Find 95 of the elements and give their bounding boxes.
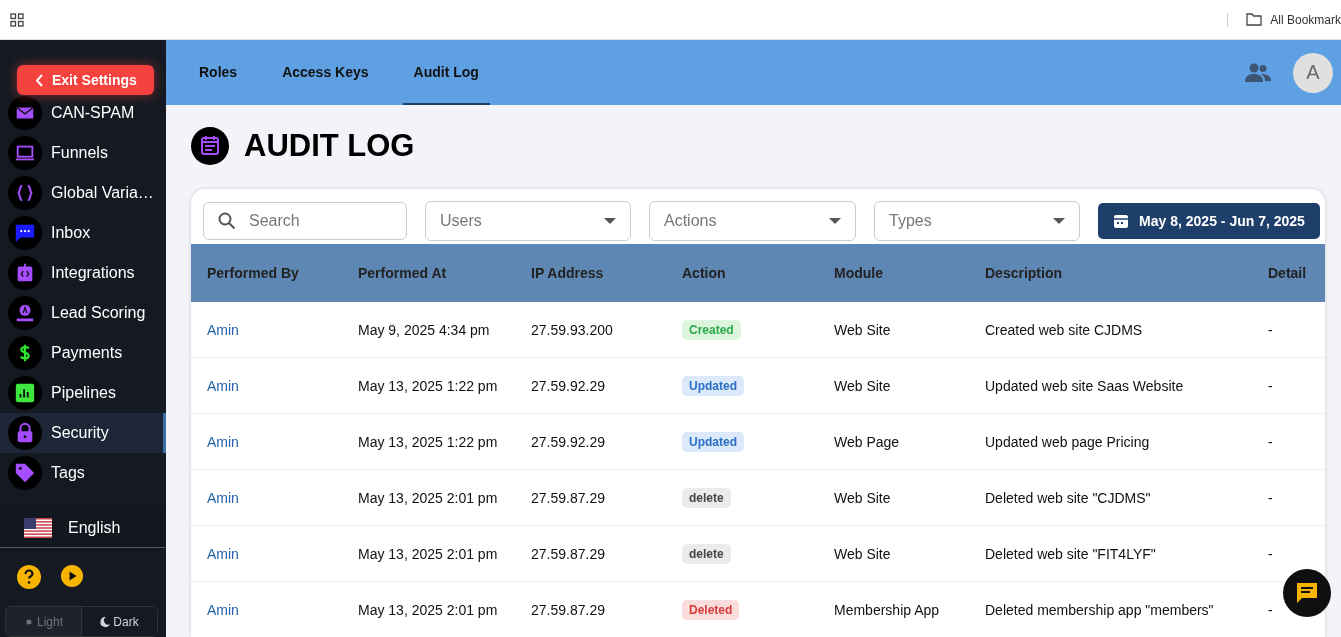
calendar-icon — [191, 127, 229, 165]
bar-chart-icon — [8, 376, 42, 411]
user-link[interactable]: Amin — [191, 413, 342, 470]
action-badge: Updated — [682, 375, 744, 396]
table-cell: May 13, 2025 2:01 pm — [342, 469, 515, 526]
sidebar-item[interactable]: Funnels — [0, 133, 166, 174]
page-title: AUDIT LOG — [244, 128, 415, 164]
table-cell: - — [1252, 357, 1325, 414]
apps-grid-icon[interactable] — [10, 12, 24, 27]
table-cell: May 9, 2025 4:34 pm — [342, 302, 515, 358]
table-cell: Web Site — [818, 469, 969, 526]
dollar-icon — [8, 336, 42, 371]
table-cell: Web Site — [818, 302, 969, 358]
chat-icon — [1295, 581, 1319, 605]
table-cell: 27.59.87.29 — [515, 525, 666, 582]
filter-dropdown[interactable]: Users — [425, 201, 631, 241]
user-avatar[interactable]: A — [1293, 52, 1333, 93]
sidebar-item[interactable]: Tags — [0, 453, 166, 494]
column-header: IP Address — [515, 244, 666, 302]
sidebar-item[interactable]: CAN-SPAM — [0, 93, 166, 134]
column-header: Performed At — [342, 244, 515, 302]
caret-icon — [604, 218, 616, 224]
table-cell: 27.59.87.29 — [515, 469, 666, 526]
column-header: Module — [818, 244, 969, 302]
sidebar-item[interactable]: Pipelines — [0, 373, 166, 414]
action-badge: delete — [682, 543, 731, 564]
sidebar-item[interactable]: Lead Scoring — [0, 293, 166, 334]
play-icon[interactable] — [60, 564, 84, 589]
caret-icon — [829, 218, 841, 224]
table-cell: Updated web site Saas Website — [969, 357, 1252, 414]
folder-icon — [1246, 13, 1263, 26]
caret-icon — [1053, 218, 1065, 224]
badge-icon — [8, 296, 42, 331]
sidebar-item[interactable]: Integrations — [0, 253, 166, 294]
dark-theme-button[interactable]: Dark — [81, 606, 157, 636]
search-icon — [218, 212, 236, 230]
date-range-button[interactable]: May 8, 2025 - Jun 7, 2025 — [1098, 203, 1320, 239]
braces-icon — [8, 176, 42, 211]
user-link[interactable]: Amin — [191, 525, 342, 582]
table-cell: 27.59.92.29 — [515, 357, 666, 414]
table-cell: 27.59.87.29 — [515, 581, 666, 637]
exit-settings-button[interactable]: Exit Settings — [17, 65, 154, 95]
column-header: Performed By — [191, 244, 342, 302]
table-cell: May 13, 2025 1:22 pm — [342, 413, 515, 470]
code-plug-icon — [8, 256, 42, 291]
tab[interactable]: Access Keys — [271, 40, 380, 105]
table-cell: Deleted web site "FIT4LYF" — [969, 525, 1252, 582]
table-cell: May 13, 2025 2:01 pm — [342, 525, 515, 582]
calendar-icon — [1113, 213, 1130, 229]
lock-icon — [8, 416, 42, 451]
moon-icon — [100, 616, 111, 627]
table-cell: - — [1252, 302, 1325, 358]
flag-icon — [24, 517, 52, 538]
laptop-icon — [8, 136, 42, 171]
column-header: Detail — [1252, 244, 1325, 302]
tab[interactable]: Audit Log — [402, 40, 490, 105]
user-link[interactable]: Amin — [191, 581, 342, 637]
column-header: Action — [666, 244, 818, 302]
table-cell: Web Site — [818, 525, 969, 582]
chevron-left-icon — [35, 73, 44, 87]
users-icon[interactable] — [1245, 62, 1271, 83]
table-cell: Deleted web site "CJDMS" — [969, 469, 1252, 526]
bookmarks-label[interactable]: All Bookmark — [1270, 12, 1341, 27]
search-field[interactable]: Search — [203, 202, 407, 240]
column-header: Description — [969, 244, 1252, 302]
action-badge: Created — [682, 319, 741, 340]
action-badge: Deleted — [682, 599, 740, 620]
tab[interactable]: Roles — [188, 40, 249, 105]
filter-dropdown[interactable]: Types — [874, 201, 1080, 241]
user-link[interactable]: Amin — [191, 357, 342, 414]
sidebar-item[interactable]: Security — [0, 413, 166, 454]
table-cell: Web Page — [818, 413, 969, 470]
sidebar-item[interactable]: Inbox — [0, 213, 166, 254]
user-link[interactable]: Amin — [191, 469, 342, 526]
chat-bubble-icon — [8, 216, 42, 251]
sidebar-item[interactable]: Payments — [0, 333, 166, 374]
table-cell: May 13, 2025 2:01 pm — [342, 581, 515, 637]
envelope-icon — [8, 96, 42, 131]
table-cell: Deleted membership app "members" — [969, 581, 1252, 637]
sidebar-item[interactable]: Global Varia… — [0, 173, 166, 214]
table-cell: Web Site — [818, 357, 969, 414]
table-cell: - — [1252, 469, 1325, 526]
table-cell: Membership App — [818, 581, 969, 637]
help-icon[interactable] — [16, 564, 42, 591]
table-cell: 27.59.93.200 — [515, 302, 666, 358]
table-cell: - — [1252, 413, 1325, 470]
tag-icon — [8, 456, 42, 491]
table-cell: Updated web page Pricing — [969, 413, 1252, 470]
user-link[interactable]: Amin — [191, 302, 342, 358]
action-badge: Updated — [682, 431, 744, 452]
filter-dropdown[interactable]: Actions — [649, 201, 856, 241]
table-cell: May 13, 2025 1:22 pm — [342, 357, 515, 414]
table-cell: 27.59.92.29 — [515, 413, 666, 470]
table-cell: Created web site CJDMS — [969, 302, 1252, 358]
action-badge: delete — [682, 487, 731, 508]
